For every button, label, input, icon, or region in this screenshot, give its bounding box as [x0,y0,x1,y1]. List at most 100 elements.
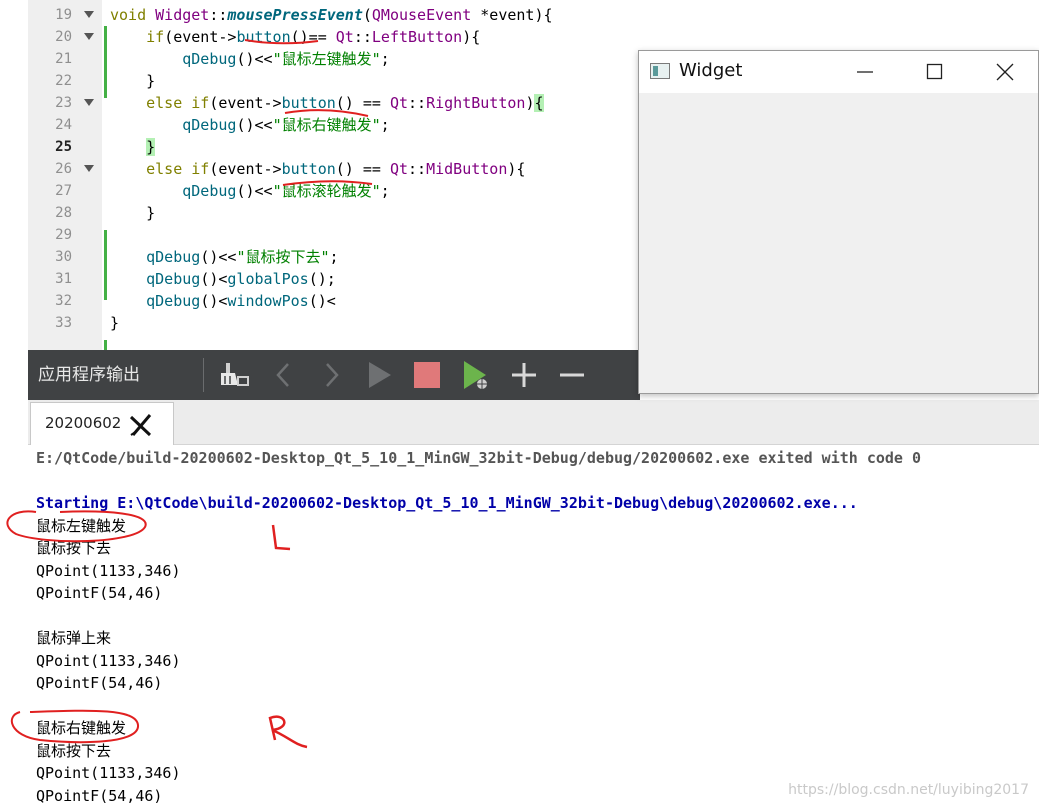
output-panel-title: 应用程序输出 [38,365,140,385]
code-text: qDebug()<<"鼠标左键触发"; [182,50,390,68]
code-line[interactable]: 27 qDebug()<<"鼠标滚轮触发"; [28,180,640,202]
zoom-out-button[interactable] [556,359,588,391]
output-line: Starting E:\QtCode\build-20200602-Deskto… [36,494,858,512]
code-line[interactable]: 30 qDebug()<<"鼠标按下去"; [28,246,640,268]
code-text: qDebug()<<"鼠标按下去"; [146,248,339,266]
minimize-icon [857,71,873,73]
previous-item-button[interactable] [268,359,300,391]
line-number: 32 [55,293,72,309]
line-number: 31 [55,271,72,287]
chevron-right-icon [326,363,339,387]
code-line[interactable]: 29 [28,224,640,246]
output-line: 鼠标右键触发 [36,719,127,737]
output-line: 鼠标按下去 [36,539,112,557]
code-line[interactable]: 31 qDebug()<globalPos(); [28,268,640,290]
code-text: } [110,314,120,332]
minus-icon [560,373,584,377]
zoom-in-button[interactable] [508,359,540,391]
close-tab-button[interactable] [129,413,153,437]
debug-run-icon [464,361,487,389]
code-line[interactable]: 33} [28,312,640,334]
line-number: 21 [55,51,72,67]
code-text: if(event->button()== Qt::LeftButton){ [146,28,481,46]
code-line[interactable]: 28 } [28,202,640,224]
line-number: 25 [55,139,72,155]
code-text: } [110,204,156,222]
stop-button[interactable] [411,359,443,391]
code-text: qDebug()<<"鼠标滚轮触发"; [182,182,390,200]
close-icon [129,414,152,437]
code-text: } [146,138,156,156]
code-line[interactable]: 26 else if(event->button() == Qt::MidBut… [28,158,640,180]
code-editor[interactable]: 19 void Widget::mousePressEvent(QMouseEve… [28,0,640,350]
fold-arrow-icon[interactable] [84,99,94,106]
output-line: E:/QtCode/build-20200602-Desktop_Qt_5_10… [36,449,922,467]
code-text: else if(event->button() == Qt::RightButt… [146,94,544,112]
line-number: 23 [55,95,72,111]
change-marker-bar [104,340,107,350]
output-line: QPointF(54,46) [36,674,163,692]
rerun-button[interactable] [363,359,395,391]
output-line: QPoint(1133,346) [36,764,181,782]
output-tab-bar: 20200602 [28,400,1039,445]
window-app-icon [650,63,670,79]
line-number: 19 [55,7,72,23]
plus-icon [512,363,536,387]
stop-icon [414,362,440,388]
output-line: QPointF(54,46) [36,786,163,805]
code-line[interactable]: 24 qDebug()<<"鼠标右键触发"; [28,114,640,136]
output-line: QPointF(54,46) [36,584,163,602]
watermark-text: https://blog.csdn.net/luyibing2017 [788,782,1029,798]
line-number: 30 [55,249,72,265]
code-text: } [110,72,156,90]
window-title-bar[interactable]: Widget [639,51,1038,93]
widget-window[interactable]: Widget [638,50,1039,394]
toolbar-separator [203,358,204,392]
code-line[interactable]: 23 else if(event->button() == Qt::RightB… [28,92,640,114]
chevron-left-icon [276,363,289,387]
code-text: qDebug()<globalPos(); [146,270,336,288]
broom-icon [221,363,249,386]
line-number: 27 [55,183,72,199]
line-number: 29 [55,227,72,243]
output-line: 鼠标弹上来 [36,629,112,647]
code-line[interactable]: 19 void Widget::mousePressEvent(QMouseEve… [28,4,640,26]
line-number: 26 [55,161,72,177]
maximize-button[interactable] [900,51,970,93]
play-icon [369,362,391,388]
close-icon [996,63,1014,81]
fold-arrow-icon[interactable] [84,165,94,172]
output-line: 鼠标左键触发 [36,516,127,535]
clear-output-button[interactable] [218,359,250,391]
code-line[interactable]: 21 qDebug()<<"鼠标左键触发"; [28,48,640,70]
fold-arrow-icon[interactable] [84,33,94,40]
code-text: void Widget::mousePressEvent(QMouseEvent… [110,6,553,24]
code-text: qDebug()<<"鼠标右键触发"; [182,116,390,134]
window-client-area[interactable] [639,93,1038,393]
tab-20200602[interactable]: 20200602 [30,402,174,445]
code-line[interactable]: 32 qDebug()<windowPos()< [28,290,640,312]
window-title: Widget [679,60,743,81]
application-output[interactable]: E:/QtCode/build-20200602-Desktop_Qt_5_10… [0,445,1039,810]
fold-arrow-icon[interactable] [84,11,94,18]
maximize-icon [926,63,943,80]
tab-label: 20200602 [45,414,122,432]
minimize-button[interactable] [830,51,900,93]
close-window-button[interactable] [970,51,1039,93]
code-text: qDebug()<windowPos()< [146,292,336,310]
output-line: QPoint(1133,346) [36,561,181,580]
attach-debugger-button[interactable] [460,359,492,391]
code-line[interactable]: 20 if(event->button()== Qt::LeftButton){ [28,26,640,48]
output-line: QPoint(1133,346) [36,651,181,670]
line-number: 24 [55,117,72,133]
code-line[interactable]: 22 } [28,70,640,92]
line-number: 33 [55,315,72,331]
line-number: 22 [55,73,72,89]
output-toolbar: 应用程序输出 [28,350,640,400]
output-line: 鼠标按下去 [36,741,112,760]
code-text: else if(event->button() == Qt::MidButton… [146,160,526,178]
line-number: 20 [55,29,72,45]
next-item-button[interactable] [315,359,347,391]
code-line[interactable]: 25 } [28,136,640,158]
line-number: 28 [55,205,72,221]
